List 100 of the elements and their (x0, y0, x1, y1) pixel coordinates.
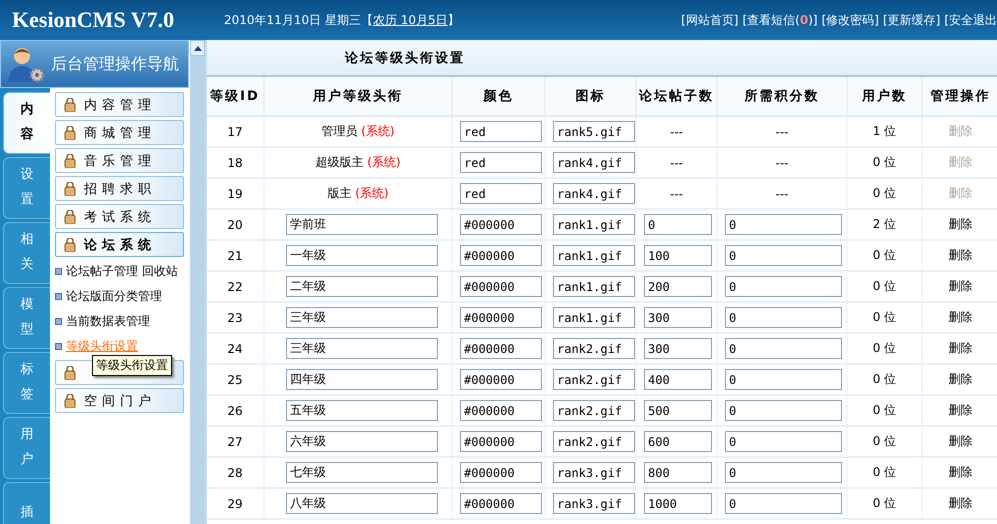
submenu-link[interactable]: 论坛帖子管理 (66, 262, 138, 280)
post-count-field[interactable]: 200 (644, 276, 712, 297)
color-field[interactable]: #000000 (460, 400, 542, 421)
post-count-field[interactable]: 1000 (644, 493, 712, 514)
icon-field[interactable]: rank3.gif (553, 493, 635, 514)
user-count: 0 位 (872, 186, 896, 200)
color-field[interactable]: #000000 (460, 369, 542, 390)
icon-field[interactable]: rank2.gif (553, 400, 635, 421)
points-field[interactable]: 0 (725, 338, 842, 359)
nav-tab[interactable]: 用户 (3, 417, 50, 479)
scroll-up-icon[interactable] (190, 40, 205, 56)
level-name-field[interactable]: 一年级 (286, 245, 438, 266)
post-count-field[interactable]: 100 (644, 245, 712, 266)
delete-link[interactable]: 删除 (948, 496, 972, 510)
bullet-icon (54, 318, 62, 324)
header-link[interactable]: [更新缓存] (882, 12, 940, 28)
icon-field[interactable]: rank2.gif (553, 369, 635, 390)
lock-icon (64, 366, 76, 380)
color-field[interactable]: #000000 (460, 338, 542, 359)
lunar-date-link[interactable]: 农历 10月5日 (372, 12, 448, 26)
level-id: 23 (227, 310, 243, 324)
nav-tab[interactable]: 插 (3, 482, 50, 524)
color-field[interactable]: #000000 (460, 462, 542, 483)
color-field[interactable]: #000000 (460, 276, 542, 297)
delete-link[interactable]: 删除 (948, 403, 972, 417)
level-name-field[interactable]: 五年级 (286, 400, 438, 421)
header-link[interactable]: [网站首页] (681, 12, 738, 28)
icon-field[interactable]: rank1.gif (553, 245, 635, 266)
icon-field[interactable]: rank2.gif (553, 431, 635, 452)
color-field[interactable]: #000000 (460, 245, 542, 266)
points-field[interactable]: 0 (725, 462, 842, 483)
bullet-icon (54, 292, 62, 300)
level-name-field[interactable]: 四年级 (286, 369, 438, 390)
nav-tab[interactable]: 标签 (3, 352, 50, 414)
icon-field[interactable]: rank1.gif (553, 276, 635, 297)
delete-link[interactable]: 删除 (948, 434, 972, 448)
delete-link[interactable]: 删除 (948, 372, 972, 386)
level-id: 22 (227, 280, 243, 294)
level-id: 20 (227, 218, 243, 232)
submenu-link[interactable]: 当前数据表管理 (66, 312, 150, 330)
scrollbar[interactable] (189, 88, 205, 524)
color-field[interactable]: #000000 (460, 307, 542, 328)
level-name-field[interactable]: 七年级 (286, 462, 438, 483)
menu-group[interactable]: 论坛系统 (54, 232, 184, 257)
points: --- (776, 124, 788, 138)
user-count: 0 位 (872, 434, 896, 448)
level-name-field[interactable]: 八年级 (286, 493, 438, 514)
header-link[interactable]: [安全退出 (944, 12, 997, 28)
menu-group[interactable]: 音乐管理 (54, 148, 184, 173)
header-link[interactable]: [修改密码] (822, 12, 879, 28)
points-field[interactable]: 0 (725, 493, 842, 514)
points-field[interactable]: 0 (725, 307, 842, 328)
level-name-field[interactable]: 三年级 (286, 307, 438, 328)
delete-link[interactable]: 删除 (948, 310, 972, 324)
level-name-field[interactable]: 二年级 (286, 276, 438, 297)
submenu-link[interactable]: 论坛版面分类管理 (66, 288, 162, 304)
nav-tab[interactable]: 内容 (3, 92, 50, 154)
messages-link[interactable]: [查看短信(0)] (742, 12, 818, 28)
level-id: 25 (227, 372, 243, 386)
menu-group[interactable]: 内容管理 (54, 92, 184, 117)
nav-tab[interactable]: 设置 (3, 157, 50, 219)
color-field[interactable]: #000000 (460, 493, 542, 514)
delete-link[interactable]: 删除 (948, 248, 972, 262)
menu-group[interactable]: 空间门户 (54, 388, 184, 413)
points-field[interactable]: 0 (725, 369, 842, 390)
post-count: --- (670, 186, 683, 200)
post-count-field[interactable]: 800 (644, 462, 712, 483)
menu-group[interactable]: 考试系统 (54, 204, 184, 229)
icon-field[interactable]: rank1.gif (553, 214, 635, 235)
post-count-field[interactable]: 300 (644, 338, 712, 359)
level-name-field[interactable]: 三年级 (286, 338, 438, 359)
nav-tab[interactable]: 模型 (3, 287, 50, 349)
icon-field[interactable]: rank3.gif (553, 462, 635, 483)
points-field[interactable]: 0 (725, 214, 842, 235)
delete-link[interactable]: 删除 (948, 341, 972, 355)
delete-link[interactable]: 删除 (948, 465, 972, 479)
level-name-field[interactable]: 六年级 (286, 431, 438, 452)
points-field[interactable]: 0 (725, 400, 842, 421)
column-header: 用户数 (847, 77, 922, 116)
delete-link[interactable]: 删除 (948, 217, 972, 231)
points-field[interactable]: 0 (725, 276, 842, 297)
icon-field[interactable]: rank2.gif (553, 338, 635, 359)
points-field[interactable]: 0 (725, 245, 842, 266)
delete-link[interactable]: 删除 (948, 279, 972, 293)
color-field[interactable]: #000000 (460, 214, 542, 235)
post-count-field[interactable]: 600 (644, 431, 712, 452)
post-count-field[interactable]: 0 (644, 214, 712, 235)
post-count-field[interactable]: 300 (644, 307, 712, 328)
level-name-field[interactable]: 学前班 (286, 214, 438, 235)
column-header: 管理操作 (922, 77, 997, 116)
menu-group[interactable]: 商城管理 (54, 120, 184, 145)
points-field[interactable]: 0 (725, 431, 842, 452)
submenu-link[interactable]: 回收站 (142, 262, 178, 280)
color-field[interactable]: #000000 (460, 431, 542, 452)
post-count-field[interactable]: 400 (644, 369, 712, 390)
nav-tab[interactable]: 相关 (3, 222, 50, 284)
icon-field[interactable]: rank1.gif (553, 307, 635, 328)
level-id: 28 (227, 466, 243, 480)
post-count-field[interactable]: 500 (644, 400, 712, 421)
menu-group[interactable]: 招聘求职 (54, 176, 184, 201)
